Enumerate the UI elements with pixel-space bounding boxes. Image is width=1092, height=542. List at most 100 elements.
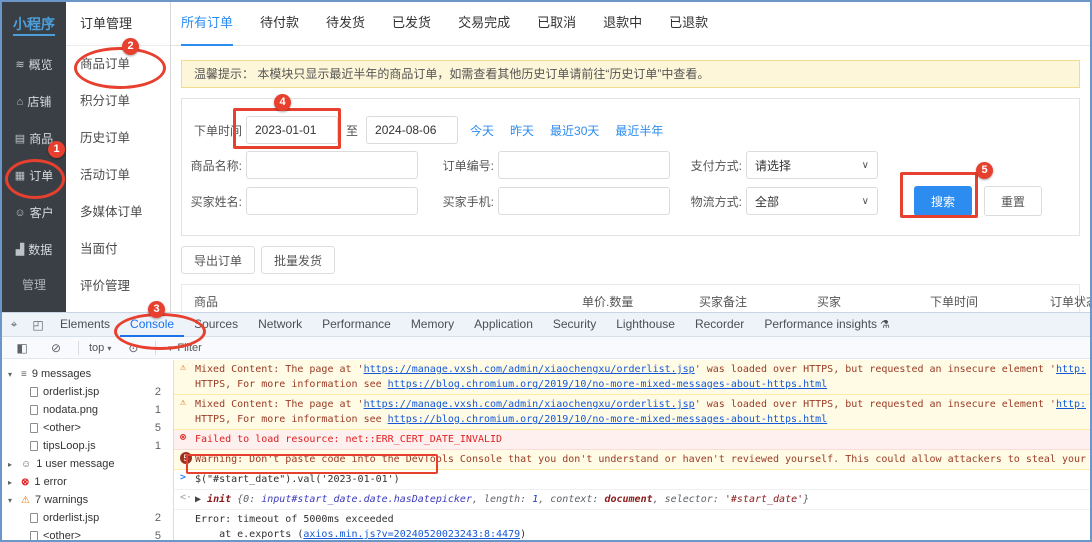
- sidebar-item-label: 店铺: [27, 93, 51, 110]
- logistics-select[interactable]: 全部 ∨: [746, 187, 878, 215]
- tree-label: <other>: [43, 530, 81, 540]
- devtools-tab-performance[interactable]: Performance: [312, 313, 401, 337]
- message-text: Warning: Don't paste code into the DevTo…: [195, 452, 1086, 467]
- app-logo[interactable]: 小程序: [2, 2, 66, 46]
- sidebar-item-overview[interactable]: ≋概览: [2, 46, 66, 83]
- context-selector[interactable]: top ▾: [89, 342, 111, 354]
- console-tree-item-6[interactable]: ▸⊗1 error: [2, 473, 173, 491]
- console-filter[interactable]: ▼ Filter: [166, 342, 201, 354]
- console-link[interactable]: https://manage.vxsh.com/admin/xiaochengx…: [364, 399, 695, 410]
- console-link[interactable]: http://xcxtest.weijuju.com/res/yyxiaoche…: [1056, 399, 1086, 410]
- tab-待付款[interactable]: 待付款: [260, 2, 299, 46]
- console-tree-item-3[interactable]: <other>5: [2, 419, 173, 437]
- expander-icon[interactable]: ▸: [8, 478, 16, 487]
- quick-link-2[interactable]: 最近30天: [550, 122, 599, 139]
- inspect-element-icon[interactable]: ⌖: [2, 317, 26, 332]
- buyer-name-input[interactable]: [246, 187, 418, 215]
- start-date-input[interactable]: [246, 116, 338, 144]
- devtools-tab-console[interactable]: Console: [120, 313, 184, 337]
- tab-交易完成[interactable]: 交易完成: [458, 2, 510, 46]
- devtools-tab-performance-insights[interactable]: Performance insights⚗: [754, 313, 900, 337]
- expander-icon[interactable]: ▸: [8, 460, 16, 469]
- text-segment[interactable]: ▶: [195, 494, 207, 505]
- repeat-count-badge: 5: [180, 452, 192, 464]
- console-tree-item-0[interactable]: ▾≡9 messages: [2, 365, 173, 383]
- console-link[interactable]: http://xcxtest.weijuju.com/res/yyxiaoche…: [1056, 364, 1086, 375]
- product-name-input[interactable]: [246, 151, 418, 179]
- sidebar-item-customers[interactable]: ☺客户: [2, 194, 66, 231]
- buyer-name-label: 买家姓名:: [190, 193, 242, 210]
- tab-待发货[interactable]: 待发货: [326, 2, 365, 46]
- devtools-tab-lighthouse[interactable]: Lighthouse: [606, 313, 685, 337]
- message-text: ▶ init {0: input#start_date.date.hasDate…: [195, 492, 809, 507]
- sidebar-item-admin[interactable]: 管理: [2, 268, 66, 302]
- action-button-1[interactable]: 批量发货: [261, 246, 335, 274]
- devtools-tab-network[interactable]: Network: [248, 313, 312, 337]
- message-line: Failed to load resource: net::ERR_CERT_D…: [195, 432, 502, 447]
- devtools-tab-security[interactable]: Security: [543, 313, 606, 337]
- action-button-0[interactable]: 导出订单: [181, 246, 255, 274]
- caret-down-icon: ▾: [107, 344, 111, 353]
- text-segment: Mixed Content: The page at ': [195, 399, 364, 410]
- submenu-item-5[interactable]: 当面付: [66, 231, 170, 268]
- console-tree-item-1[interactable]: orderlist.jsp2: [2, 383, 173, 401]
- console-tree-item-4[interactable]: tipsLoop.js1: [2, 437, 173, 455]
- table-header-cell: 买家: [817, 285, 841, 312]
- file-icon: [30, 405, 38, 415]
- console-tree-item-8[interactable]: orderlist.jsp2: [2, 509, 173, 527]
- tab-所有订单[interactable]: 所有订单: [181, 2, 233, 46]
- message-text: Error: timeout of 5000ms exceeded at e.e…: [195, 512, 538, 540]
- quick-link-0[interactable]: 今天: [470, 122, 494, 139]
- devtools-tab-recorder[interactable]: Recorder: [685, 313, 754, 337]
- text-segment: HTTPS, For more information see: [195, 414, 388, 425]
- devtools-tab-application[interactable]: Application: [464, 313, 543, 337]
- sidebar-item-shop[interactable]: ⌂店铺: [2, 83, 66, 120]
- submenu-item-1[interactable]: 积分订单: [66, 83, 170, 120]
- sidebar-item-goods[interactable]: ▤商品: [2, 120, 66, 157]
- console-tree-item-2[interactable]: nodata.png1: [2, 401, 173, 419]
- console-link[interactable]: https://blog.chromium.org/2019/10/no-mor…: [388, 379, 828, 390]
- pay-method-select[interactable]: 请选择 ∨: [746, 151, 878, 179]
- tab-已退款[interactable]: 已退款: [669, 2, 708, 46]
- eye-icon[interactable]: ⊙: [121, 341, 145, 355]
- console-link[interactable]: axios.min.js?v=20240520023243:8:4479: [303, 529, 520, 540]
- submenu-item-0[interactable]: 商品订单: [66, 46, 170, 83]
- quick-link-1[interactable]: 昨天: [510, 122, 534, 139]
- tab-已发货[interactable]: 已发货: [392, 2, 431, 46]
- order-no-input[interactable]: [498, 151, 670, 179]
- table-header-cell: 商品: [194, 285, 218, 312]
- expander-icon[interactable]: ▾: [8, 370, 16, 379]
- clear-console-icon[interactable]: ⊘: [44, 341, 68, 355]
- console-link[interactable]: https://blog.chromium.org/2019/10/no-mor…: [388, 414, 828, 425]
- devtools-tab-sources[interactable]: Sources: [184, 313, 248, 337]
- sidebar-item-orders[interactable]: ▦订单: [2, 157, 66, 194]
- reset-button[interactable]: 重置: [984, 186, 1042, 216]
- expander-icon[interactable]: ▾: [8, 496, 16, 505]
- device-toolbar-icon[interactable]: ◰: [26, 318, 50, 332]
- console-link[interactable]: https://manage.vxsh.com/admin/xiaochengx…: [364, 364, 695, 375]
- tree-label: <other>: [43, 422, 81, 434]
- text-segment: input#start_date.date.hasDatepicker: [261, 494, 472, 505]
- buyer-phone-input[interactable]: [498, 187, 670, 215]
- console-sidebar-toggle-icon[interactable]: ◧: [10, 341, 34, 355]
- submenu-item-4[interactable]: 多媒体订单: [66, 194, 170, 231]
- text-segment: {0:: [237, 494, 261, 505]
- console-tree-item-7[interactable]: ▾⚠7 warnings: [2, 491, 173, 509]
- text-segment: Mixed Content: The page at ': [195, 364, 364, 375]
- quick-link-3[interactable]: 最近半年: [615, 122, 663, 139]
- devtools-tab-elements[interactable]: Elements: [50, 313, 120, 337]
- console-tree-item-9[interactable]: <other>5: [2, 527, 173, 540]
- text-segment: HTTPS, For more information see: [195, 379, 388, 390]
- console-tree-item-5[interactable]: ▸☺1 user message: [2, 455, 173, 473]
- tab-退款中[interactable]: 退款中: [603, 2, 642, 46]
- order-time-label: 下单时间: [190, 122, 242, 139]
- tab-已取消[interactable]: 已取消: [537, 2, 576, 46]
- submenu-item-2[interactable]: 历史订单: [66, 120, 170, 157]
- submenu-item-3[interactable]: 活动订单: [66, 157, 170, 194]
- end-date-input[interactable]: [366, 116, 458, 144]
- sidebar-item-label: 数据: [28, 241, 52, 258]
- submenu-item-6[interactable]: 评价管理: [66, 268, 170, 305]
- devtools-tab-memory[interactable]: Memory: [401, 313, 464, 337]
- sidebar-item-data[interactable]: ▟数据: [2, 231, 66, 268]
- search-button[interactable]: 搜索: [914, 186, 972, 216]
